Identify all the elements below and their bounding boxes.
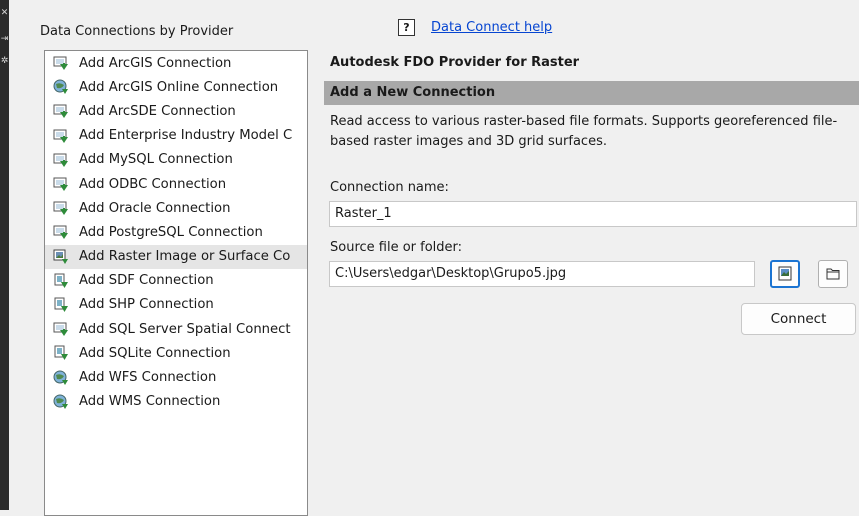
list-item[interactable]: Add Raster Image or Surface Co [45,244,307,269]
source-label: Source file or folder: [330,240,463,255]
help-icon[interactable]: ? [398,19,415,36]
list-item-label: Add SQL Server Spatial Connect [79,321,291,337]
list-item[interactable]: Add Enterprise Industry Model C [45,124,307,148]
list-item-label: Add SDF Connection [79,273,214,289]
browse-file-button[interactable] [770,260,800,288]
list-item[interactable]: Add MySQL Connection [45,148,307,172]
list-item-label: Add ArcSDE Connection [79,103,236,119]
close-icon[interactable]: ✕ [0,8,9,18]
db-connection-icon [53,224,69,240]
list-item[interactable]: Add ArcGIS Online Connection [45,75,307,99]
list-item[interactable]: Add ArcGIS Connection [45,51,307,75]
list-item-label: Add WMS Connection [79,394,221,410]
globe-connection-icon [53,394,69,410]
db-connection-icon [53,55,69,71]
globe-connection-icon [53,79,69,95]
connection-name-label: Connection name: [330,180,449,195]
image-file-icon [778,266,792,281]
file-connection-icon [53,297,69,313]
file-connection-icon [53,345,69,361]
folder-icon [826,268,840,280]
db-connection-icon [53,321,69,337]
file-connection-icon [53,273,69,289]
list-item[interactable]: Add WFS Connection [45,365,307,389]
db-connection-icon [53,103,69,119]
list-item-label: Add ArcGIS Online Connection [79,79,279,95]
raster-connection-icon [53,249,69,265]
list-item[interactable]: Add SHP Connection [45,293,307,317]
connection-name-input[interactable]: Raster_1 [329,201,857,227]
db-connection-icon [53,200,69,216]
list-item-label: Add SHP Connection [79,297,214,313]
list-item[interactable]: Add ArcSDE Connection [45,99,307,123]
list-item-label: Add Oracle Connection [79,200,231,216]
provider-description: Read access to various raster-based file… [330,114,838,149]
settings-icon[interactable]: ✲ [0,56,9,66]
help-link[interactable]: Data Connect help [431,20,552,35]
list-item[interactable]: Add ODBC Connection [45,172,307,196]
list-item-label: Add Raster Image or Surface Co [79,249,291,265]
list-item[interactable]: Add SQLite Connection [45,341,307,365]
source-path-input[interactable]: C:\Users\edgar\Desktop\Grupo5.jpg [329,261,755,287]
list-item-label: Add Enterprise Industry Model C [79,128,293,144]
list-item-label: Add WFS Connection [79,370,217,386]
list-item-label: Add ODBC Connection [79,176,227,192]
db-connection-icon [53,128,69,144]
list-item[interactable]: Add SQL Server Spatial Connect [45,317,307,341]
list-item[interactable]: Add WMS Connection [45,390,307,414]
pin-icon[interactable]: ⇥ [0,34,9,44]
connect-button[interactable]: Connect [741,303,856,335]
browse-folder-button[interactable] [818,260,848,288]
db-connection-icon [53,176,69,192]
provider-list[interactable]: Add ArcGIS Connection Add ArcGIS Online C… [44,50,308,516]
provider-title: Autodesk FDO Provider for Raster [330,55,580,70]
panel-title: Data Connections by Provider [40,24,234,39]
list-item-label: Add ArcGIS Connection [79,55,232,71]
db-connection-icon [53,152,69,168]
section-header: Add a New Connection [324,81,859,105]
list-item-label: Add MySQL Connection [79,152,233,168]
list-item[interactable]: Add SDF Connection [45,269,307,293]
side-toolbar: ✕ ⇥ ✲ [0,0,9,510]
list-item[interactable]: Add Oracle Connection [45,196,307,220]
list-item[interactable]: Add PostgreSQL Connection [45,220,307,244]
list-item-label: Add SQLite Connection [79,345,231,361]
globe-connection-icon [53,370,69,386]
list-item-label: Add PostgreSQL Connection [79,224,263,240]
